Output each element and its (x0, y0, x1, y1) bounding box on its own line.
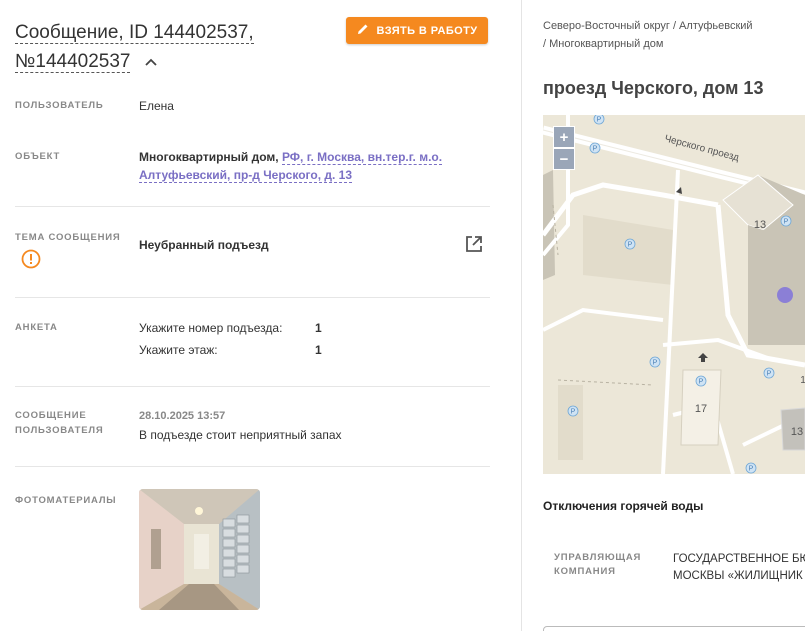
object-address-link-2[interactable]: Алтуфьевский, пр-д Черского, д. 13 (139, 168, 352, 183)
survey-answer-1: 1 (315, 321, 322, 335)
warning-icon (21, 249, 41, 274)
message-date: 28.10.2025 13:57 (139, 410, 226, 422)
location-marker (777, 287, 793, 303)
parking-icon: P (653, 360, 658, 367)
parking-icon: P (571, 409, 576, 416)
parking-icon: P (699, 379, 704, 386)
pencil-icon (357, 23, 369, 38)
object-address-link-1[interactable]: РФ, г. Москва, вн.тер.г. м.о. (281, 150, 443, 165)
survey-question-2: Укажите этаж: (139, 343, 218, 357)
object-type: Многоквартирный дом, (139, 150, 279, 164)
external-link-icon[interactable] (464, 234, 484, 259)
user-label: ПОЛЬЗОВАТЕЛЬ (15, 100, 104, 111)
map[interactable]: PP PP PP PP P Черского проезд 13 17 13 1… (543, 115, 805, 474)
object-value: Многоквартирный дом, РФ, г. Москва, вн.т… (139, 148, 479, 184)
breadcrumb-line-2: / Многоквартирный дом (543, 38, 664, 50)
management-company-value: ГОСУДАРСТВЕННОЕ БЮ МОСКВЫ «ЖИЛИЩНИК (673, 551, 805, 585)
topic-value: Неубранный подъезд (139, 238, 269, 252)
bottom-card (543, 626, 805, 631)
title-line-1: Сообщение, ID 144402537, (15, 22, 254, 44)
house-number: 17 (695, 403, 707, 415)
hot-water-outages-title: Отключения горячей воды (543, 499, 704, 513)
message-label-2: ПОЛЬЗОВАТЕЛЯ (15, 425, 104, 436)
management-company-value-2: МОСКВЫ «ЖИЛИЩНИК (673, 570, 803, 582)
divider (15, 297, 490, 298)
parking-icon: P (767, 371, 772, 378)
address-title: проезд Черского, дом 13 (543, 78, 764, 98)
message-panel: Сообщение, ID 144402537, №144402537 ВЗЯТ… (0, 0, 521, 631)
management-company-label-1: УПРАВЛЯЮЩАЯ (554, 552, 642, 563)
title-line-2: №144402537 (15, 51, 131, 73)
object-label: ОБЪЕКТ (15, 151, 61, 162)
zoom-in-button[interactable]: + (553, 126, 575, 148)
photo-label: ФОТОМАТЕРИАЛЫ (15, 495, 117, 506)
divider (15, 206, 490, 207)
parking-icon: P (593, 146, 598, 153)
management-company-value-1: ГОСУДАРСТВЕННОЕ БЮ (673, 553, 805, 565)
parking-icon: P (597, 117, 602, 124)
management-company-label: УПРАВЛЯЮЩАЯ КОМПАНИЯ (554, 551, 641, 579)
breadcrumb: Северо-Восточный округ / Алтуфьевский / … (543, 17, 793, 53)
survey-answer-2: 1 (315, 343, 322, 357)
message-text: В подъезде стоит неприятный запах (139, 428, 342, 442)
survey-question-1: Укажите номер подъезда: (139, 321, 283, 335)
message-title: Сообщение, ID 144402537, №144402537 (15, 18, 335, 76)
survey-label: АНКЕТА (15, 322, 58, 333)
user-value: Елена (139, 99, 174, 113)
take-to-work-label: ВЗЯТЬ В РАБОТУ (376, 24, 478, 37)
chevron-up-icon[interactable] (144, 47, 158, 76)
divider (15, 386, 490, 387)
parking-icon: P (784, 219, 789, 226)
parking-icon: P (628, 242, 633, 249)
divider (15, 466, 490, 467)
photo-thumbnail[interactable] (139, 489, 260, 610)
parking-icon: P (749, 466, 754, 473)
location-panel: Северо-Восточный округ / Алтуфьевский / … (522, 0, 805, 631)
breadcrumb-line-1: Северо-Восточный округ / Алтуфьевский (543, 20, 753, 32)
take-to-work-button[interactable]: ВЗЯТЬ В РАБОТУ (346, 17, 488, 44)
management-company-label-2: КОМПАНИЯ (554, 566, 616, 577)
house-number: 13 (791, 426, 803, 438)
zoom-out-button[interactable]: − (553, 148, 575, 170)
house-number: 1 (800, 375, 805, 386)
message-label-1: СООБЩЕНИЕ (15, 410, 87, 421)
topic-label: ТЕМА СООБЩЕНИЯ (15, 232, 121, 243)
house-number: 13 (754, 219, 766, 231)
